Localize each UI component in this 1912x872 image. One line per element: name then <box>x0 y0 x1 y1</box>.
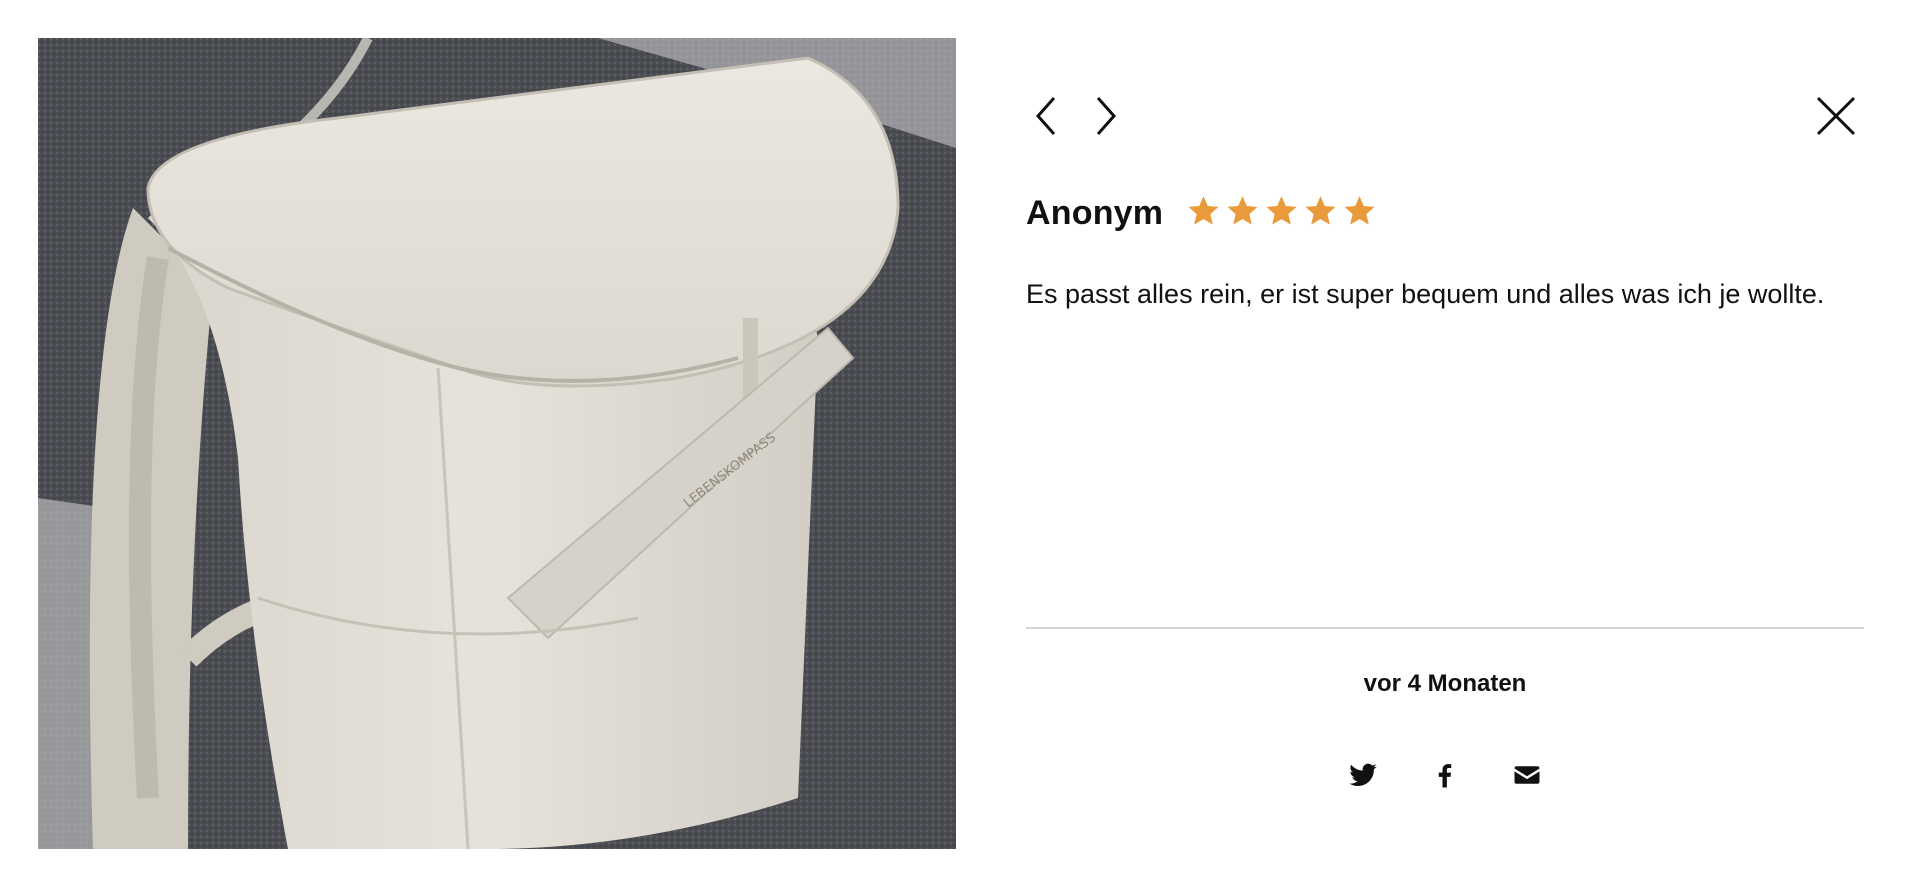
review-panel: Anonym Es passt alles rein, er ist super… <box>1026 38 1864 849</box>
next-review-button[interactable] <box>1086 88 1126 144</box>
close-button[interactable] <box>1808 88 1864 144</box>
divider <box>1026 627 1864 629</box>
star-icon <box>1266 195 1297 225</box>
reviewer-name: Anonym <box>1026 193 1164 232</box>
review-text: Es passt alles rein, er ist super bequem… <box>1026 279 1825 309</box>
star-icon <box>1227 195 1258 225</box>
mail-icon <box>1514 766 1540 784</box>
review-photo: LEBENSKOMPASS <box>38 38 956 849</box>
star-rating <box>1187 194 1376 227</box>
chevron-right-icon <box>1096 97 1117 135</box>
close-icon <box>1816 96 1856 136</box>
star-icon <box>1188 195 1219 225</box>
share-twitter-button[interactable] <box>1346 758 1380 792</box>
review-timestamp: vor 4 Monaten <box>1363 670 1527 697</box>
star-icon <box>1344 195 1375 225</box>
reviewer-row: Anonym <box>1026 188 1376 238</box>
chevron-left-icon <box>1035 97 1056 135</box>
twitter-icon <box>1349 763 1377 787</box>
previous-review-button[interactable] <box>1026 88 1066 144</box>
share-facebook-button[interactable] <box>1428 758 1462 792</box>
star-icon <box>1305 195 1336 225</box>
share-row <box>1026 758 1864 792</box>
facebook-icon <box>1438 764 1452 788</box>
share-email-button[interactable] <box>1510 758 1544 792</box>
backpack-image: LEBENSKOMPASS <box>38 38 956 849</box>
